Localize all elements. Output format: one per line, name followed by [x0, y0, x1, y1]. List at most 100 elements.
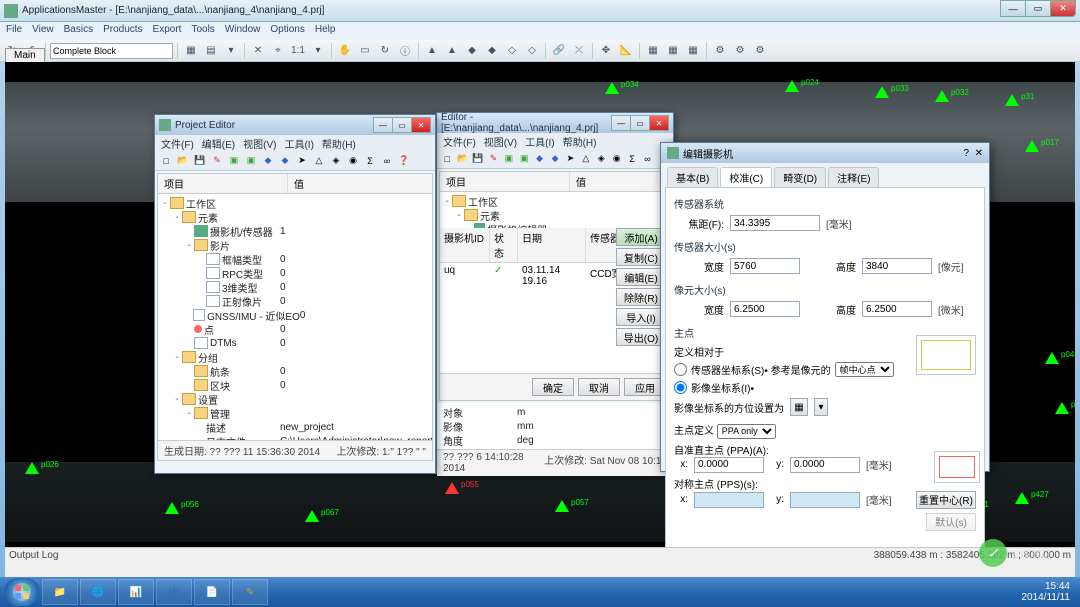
arrow-icon[interactable]: ➤ [294, 153, 310, 169]
open-icon[interactable]: 📂 [175, 153, 191, 169]
zoom-all-icon[interactable]: ⌖ [269, 42, 287, 60]
reset-center-button[interactable]: 重置中心(R) [916, 491, 976, 509]
sensor-coord-radio[interactable] [674, 363, 687, 376]
tree-row[interactable]: 3维类型0 [160, 280, 430, 294]
sensor-width-input[interactable] [730, 258, 800, 274]
pe-titlebar[interactable]: Project Editor — ▭ ✕ [155, 115, 435, 135]
ppa-x-input[interactable] [694, 457, 764, 473]
tool1-icon[interactable]: ▲ [423, 42, 441, 60]
taskbar[interactable]: 📁 🌐 📊 W 📄 ✎ 15:44 2014/11/11 [0, 577, 1080, 607]
tool5-icon[interactable]: ◇ [503, 42, 521, 60]
tool4-icon[interactable]: ◆ [483, 42, 501, 60]
menu-view[interactable]: View [32, 24, 54, 38]
move-icon[interactable]: ✥ [597, 42, 615, 60]
dlg-close[interactable]: ✕ [975, 148, 983, 159]
marker-p027[interactable]: p027 [1055, 402, 1069, 416]
save-icon[interactable]: 💾 [471, 151, 485, 167]
tree-row[interactable]: -设置 [160, 392, 430, 406]
tree-row[interactable]: 航条0 [160, 364, 430, 378]
grid-icon[interactable]: ▦ [182, 42, 200, 60]
proc3-icon[interactable]: ⚙ [751, 42, 769, 60]
block-combo[interactable] [50, 43, 173, 59]
select-icon[interactable]: ▭ [356, 42, 374, 60]
cam-foot-btn-1[interactable]: 取消 [578, 378, 620, 396]
tool2-icon[interactable]: ▲ [443, 42, 461, 60]
edit-icon[interactable]: ✎ [209, 153, 225, 169]
pe2-min[interactable]: — [611, 115, 631, 131]
tree-row[interactable]: -管理 [160, 406, 430, 420]
diam-icon[interactable]: ◈ [594, 151, 608, 167]
arrow-icon[interactable]: ➤ [563, 151, 577, 167]
image-coord-radio[interactable] [674, 381, 687, 394]
new-icon[interactable]: □ [440, 151, 454, 167]
tree-row[interactable]: -工作区 [160, 196, 430, 210]
tree-row[interactable]: DTMs0 [160, 336, 430, 350]
info-icon[interactable]: ⓘ [396, 42, 414, 60]
tree-row[interactable]: -影片 [160, 238, 430, 252]
tab-basic[interactable]: 基本(B) [667, 167, 718, 187]
tab-distortion[interactable]: 畸变(D) [774, 167, 826, 187]
img-icon[interactable]: ▣ [243, 153, 259, 169]
marker-p056[interactable]: p056 [165, 502, 179, 516]
tri2-icon[interactable]: △ [579, 151, 593, 167]
gps-icon[interactable]: ◆ [277, 153, 293, 169]
tool6-icon[interactable]: ◇ [523, 42, 541, 60]
cam-side-btn-4[interactable]: 导入(I) [616, 308, 666, 326]
pps-y-input[interactable] [790, 492, 860, 508]
pe2-close[interactable]: ✕ [649, 115, 669, 131]
cam-side-btn-1[interactable]: 复制(C) [616, 248, 666, 266]
task-explorer[interactable]: 📁 [42, 579, 78, 605]
help-icon[interactable]: ❓ [396, 153, 412, 169]
save-icon[interactable]: 💾 [192, 153, 208, 169]
group2-icon[interactable]: ▦ [664, 42, 682, 60]
menu-file[interactable]: File [6, 24, 22, 38]
defaults-button[interactable]: 默认(s) [926, 513, 976, 531]
pp-def-combo[interactable]: PPA only [717, 424, 776, 439]
pt-icon[interactable]: ◆ [260, 153, 276, 169]
menu-products[interactable]: Products [103, 24, 142, 38]
project-editor-2[interactable]: Editor - [E:\nanjiang_data\...\nanjiang_… [436, 112, 674, 474]
tree-row[interactable]: -元素 [160, 210, 430, 224]
tree-row[interactable]: 描述new_project [160, 420, 430, 434]
pan-icon[interactable]: ✋ [336, 42, 354, 60]
tree-row[interactable]: 框幅类型0 [160, 252, 430, 266]
tree-row[interactable]: 点0 [160, 322, 430, 336]
system-tray[interactable]: 15:44 2014/11/11 [1021, 581, 1076, 603]
tree-row[interactable]: -元素 [442, 208, 668, 222]
orient-dropdown[interactable]: ▾ [814, 398, 828, 416]
pps-x-input[interactable] [694, 492, 764, 508]
close-button[interactable]: ✕ [1050, 0, 1076, 17]
proc1-icon[interactable]: ⚙ [711, 42, 729, 60]
dropdown2-icon[interactable]: ▾ [309, 42, 327, 60]
edit-icon[interactable]: ✎ [486, 151, 500, 167]
pe-min[interactable]: — [373, 117, 393, 133]
tab-calibration[interactable]: 校准(C) [720, 167, 772, 187]
minimize-button[interactable]: — [1000, 0, 1026, 17]
proc2-icon[interactable]: ⚙ [731, 42, 749, 60]
cam2-icon[interactable]: ▣ [502, 151, 516, 167]
group3-icon[interactable]: ▦ [684, 42, 702, 60]
task-word[interactable]: W [156, 579, 192, 605]
marker-p067[interactable]: p067 [305, 510, 319, 524]
link-icon[interactable]: 🔗 [550, 42, 568, 60]
group1-icon[interactable]: ▦ [644, 42, 662, 60]
cam-side-btn-5[interactable]: 导出(O) [616, 328, 666, 346]
ratio-icon[interactable]: 1:1 [289, 42, 307, 60]
sensor-height-input[interactable] [862, 258, 932, 274]
marker-p055[interactable]: p055 [445, 482, 459, 496]
link2-icon[interactable]: ∞ [640, 151, 654, 167]
pt-icon[interactable]: ◆ [532, 151, 546, 167]
menu-options[interactable]: Options [270, 24, 304, 38]
cam-foot-btn-0[interactable]: 确定 [532, 378, 574, 396]
open-icon[interactable]: 📂 [455, 151, 469, 167]
cam-side-btn-3[interactable]: 除除(R) [616, 288, 666, 306]
task-app3[interactable]: ✎ [232, 579, 268, 605]
menu-tools[interactable]: Tools [191, 24, 214, 38]
project-editor[interactable]: Project Editor — ▭ ✕ 文件(F) 编辑(E) 视图(V) 工… [154, 114, 436, 474]
cam-icon[interactable]: ▣ [226, 153, 242, 169]
sigma-icon[interactable]: Σ [362, 153, 378, 169]
marker-p032[interactable]: p032 [935, 90, 949, 104]
marker-p427[interactable]: p427 [1015, 492, 1029, 506]
tree-row[interactable]: 区块0 [160, 378, 430, 392]
task-ie[interactable]: 🌐 [80, 579, 116, 605]
